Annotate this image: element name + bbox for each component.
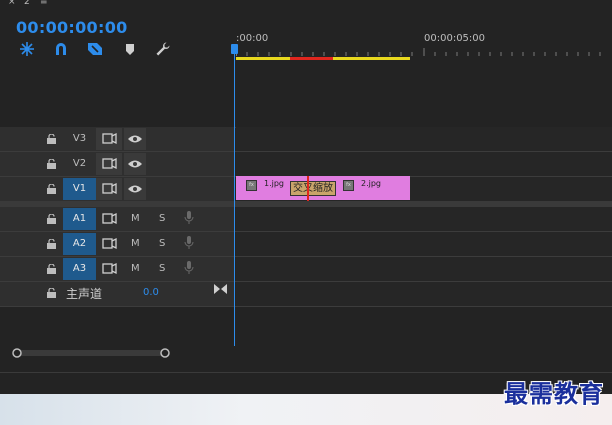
microphone-icon[interactable]: [184, 211, 194, 225]
sync-lock-icon[interactable]: [96, 208, 122, 230]
render-bar-yellow: [236, 57, 290, 60]
mute-button[interactable]: M: [131, 263, 140, 274]
watermark-logo: 最需教育: [504, 379, 604, 408]
track-lane-a2[interactable]: [236, 232, 612, 256]
sync-lock-icon[interactable]: [96, 153, 122, 175]
zoom-scrollbar[interactable]: [0, 348, 612, 358]
lock-icon[interactable]: [47, 184, 56, 194]
track-header-master: [0, 282, 235, 306]
track-name-a2[interactable]: A2: [63, 233, 96, 255]
go-to-end-icon[interactable]: [214, 284, 227, 294]
track-lane-a3[interactable]: [236, 257, 612, 281]
solo-button[interactable]: S: [159, 238, 165, 249]
clip-label-1: 1.jpg: [264, 179, 285, 188]
playhead-timecode[interactable]: 00:00:00:00: [16, 18, 128, 37]
lock-icon[interactable]: [47, 288, 56, 298]
mute-button[interactable]: M: [131, 238, 140, 249]
sync-lock-icon[interactable]: [96, 128, 122, 150]
render-bar-yellow-2: [333, 57, 410, 60]
eye-icon[interactable]: [124, 128, 146, 150]
ruler-start-label: :00:00: [236, 33, 269, 44]
panel-tab-bar: × 2 ≡: [0, 0, 612, 10]
track-lane-v2[interactable]: [236, 152, 612, 176]
timeline-panel: × 2 ≡ 00:00:00:00 :00:00 00:00:05:00 V3 …: [0, 0, 612, 394]
track-lane-v3[interactable]: [236, 127, 612, 151]
playhead-line[interactable]: [234, 46, 235, 346]
sync-lock-icon[interactable]: [96, 233, 122, 255]
sync-lock-icon[interactable]: [96, 258, 122, 280]
lock-icon[interactable]: [47, 264, 56, 274]
eye-icon[interactable]: [124, 178, 146, 200]
snap-sequence-icon[interactable]: [19, 41, 35, 57]
track-name-v1[interactable]: V1: [63, 178, 96, 200]
mute-button[interactable]: M: [131, 213, 140, 224]
render-bar-red: [290, 57, 333, 60]
tab-close-icon[interactable]: ×: [8, 0, 16, 7]
microphone-icon[interactable]: [184, 261, 194, 275]
snap-magnet-icon[interactable]: [53, 41, 69, 57]
track-name-a1[interactable]: A1: [63, 208, 96, 230]
master-volume-value[interactable]: 0.0: [143, 287, 159, 298]
eye-icon[interactable]: [124, 153, 146, 175]
sync-lock-icon[interactable]: [96, 178, 122, 200]
fx-badge-icon: fx: [343, 180, 354, 191]
track-lane-a1[interactable]: [236, 207, 612, 231]
transition-cross-zoom[interactable]: 交叉缩放: [290, 181, 336, 196]
panel-bottom-divider: [0, 372, 612, 373]
ruler-mid-label: 00:00:05:00: [424, 33, 486, 44]
add-marker-icon[interactable]: [122, 41, 138, 57]
lock-icon[interactable]: [47, 134, 56, 144]
lock-icon[interactable]: [47, 239, 56, 249]
track-name-v3[interactable]: V3: [63, 128, 96, 150]
panel-menu-icon[interactable]: ≡: [40, 0, 48, 7]
track-lane-master[interactable]: [236, 282, 612, 306]
tab-number[interactable]: 2: [24, 0, 30, 7]
fx-badge-icon: fx: [246, 180, 257, 191]
linked-selection-icon[interactable]: [87, 41, 103, 57]
track-name-a3[interactable]: A3: [63, 258, 96, 280]
lock-icon[interactable]: [47, 159, 56, 169]
microphone-icon[interactable]: [184, 236, 194, 250]
track-divider: [0, 306, 612, 307]
edit-cursor-indicator: [307, 176, 309, 201]
timeline-settings-wrench-icon[interactable]: [155, 41, 171, 57]
lock-icon[interactable]: [47, 214, 56, 224]
solo-button[interactable]: S: [159, 263, 165, 274]
time-ruler-ticks[interactable]: [236, 48, 612, 56]
track-name-v2[interactable]: V2: [63, 153, 96, 175]
master-track-label: 主声道: [66, 287, 103, 301]
solo-button[interactable]: S: [159, 213, 165, 224]
clip-label-2: 2.jpg: [361, 179, 382, 188]
